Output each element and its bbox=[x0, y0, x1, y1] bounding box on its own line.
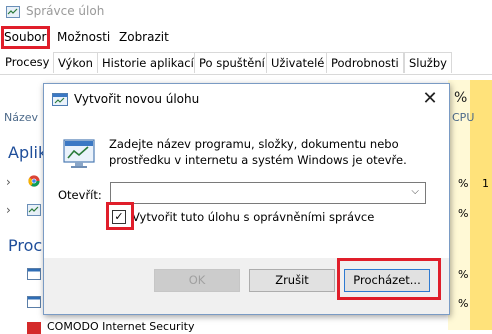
window-icon bbox=[27, 296, 41, 308]
cpu-value: % bbox=[458, 297, 469, 310]
comodo-icon bbox=[27, 322, 41, 334]
tab-app-history[interactable]: Historie aplikací bbox=[97, 52, 199, 73]
run-dialog-icon bbox=[52, 93, 68, 106]
ok-button[interactable]: OK bbox=[154, 269, 240, 292]
admin-checkbox-label[interactable]: Vytvořit tuto úlohu s oprávněními správc… bbox=[132, 210, 374, 224]
cpu-column-header[interactable]: CPU bbox=[452, 111, 474, 124]
taskmanager-icon bbox=[6, 6, 20, 18]
group-apps-header: Aplik bbox=[8, 143, 48, 162]
window-icon bbox=[27, 268, 41, 280]
column-name-header[interactable]: Název bbox=[4, 111, 38, 124]
memory-value: 1 bbox=[482, 177, 489, 190]
close-icon[interactable]: ✕ bbox=[419, 88, 441, 110]
menu-options[interactable]: Možnosti bbox=[57, 30, 110, 44]
cancel-button[interactable]: Zrušit bbox=[249, 269, 335, 292]
cpu-value: % bbox=[458, 207, 469, 220]
dialog-description: Zadejte název programu, složky, dokument… bbox=[109, 137, 407, 167]
tab-performance[interactable]: Výkon bbox=[53, 52, 98, 73]
expand-chevron-icon[interactable]: › bbox=[6, 203, 11, 217]
highlight-file-menu bbox=[1, 26, 50, 49]
tab-services[interactable]: Služby bbox=[404, 52, 452, 73]
tab-bar: Procesy Výkon Historie aplikací Po spušt… bbox=[0, 52, 492, 75]
dialog-title: Vytvořit novou úlohu bbox=[74, 92, 200, 106]
menu-view[interactable]: Zobrazit bbox=[119, 30, 169, 44]
tab-users[interactable]: Uživatelé bbox=[266, 52, 330, 73]
highlight-admin-checkbox bbox=[106, 202, 134, 230]
window-title: Správce úloh bbox=[26, 4, 105, 18]
expand-chevron-icon[interactable]: › bbox=[6, 175, 11, 189]
dialog-titlebar[interactable]: Vytvořit novou úlohu ✕ bbox=[44, 84, 449, 114]
process-name: COMODO Internet Security bbox=[47, 320, 195, 333]
tab-processes[interactable]: Procesy bbox=[1, 52, 54, 73]
cpu-value: % bbox=[458, 268, 469, 281]
cpu-value: % bbox=[458, 177, 469, 190]
tab-startup[interactable]: Po spuštění bbox=[194, 52, 270, 73]
menu-bar: Soubor Možnosti Zobrazit bbox=[0, 28, 492, 48]
taskmanager-icon bbox=[27, 204, 41, 216]
dropdown-arrow-icon[interactable]: ⌵ bbox=[411, 186, 419, 197]
highlight-browse-button bbox=[337, 258, 441, 300]
run-dialog-icon bbox=[63, 139, 95, 168]
tab-details[interactable]: Podrobnosti bbox=[326, 52, 404, 73]
open-label: Otevřít: bbox=[58, 188, 102, 202]
chrome-icon bbox=[28, 175, 40, 187]
task-manager-titlebar: Správce úloh bbox=[0, 0, 492, 24]
open-combobox[interactable]: ⌵ bbox=[110, 182, 426, 204]
cpu-column-percent: % bbox=[454, 90, 468, 106]
